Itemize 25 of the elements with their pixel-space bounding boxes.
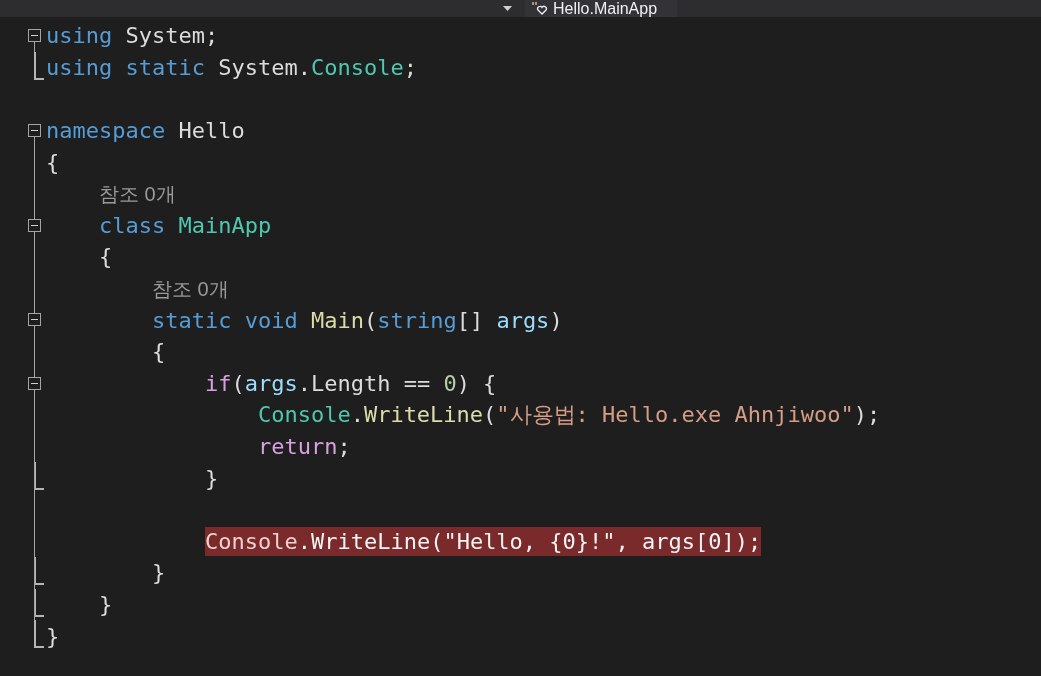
code-line: } (97, 591, 113, 619)
code-line: using System; (46, 22, 219, 51)
code-line: if(args.Length == 0) { (203, 369, 497, 398)
code-line: { (46, 148, 60, 177)
reference-count[interactable]: 참조 0개 (99, 178, 176, 209)
code-line: using static System.Console; (46, 53, 417, 82)
code-line: } (46, 622, 60, 651)
member-dropdown[interactable]: Hello.MainApp (525, 0, 678, 17)
caret-icon[interactable] (503, 6, 512, 11)
code-line: { (97, 243, 113, 272)
collapse-icon[interactable] (28, 376, 41, 390)
reference-count[interactable]: 참조 0개 (151, 273, 229, 304)
code-line: } (150, 559, 166, 588)
code-line: namespace Hello (46, 117, 245, 146)
code-line: return; (256, 433, 351, 461)
collapse-icon[interactable] (28, 218, 41, 232)
code-line: } (203, 464, 219, 493)
code-line: Console.WriteLine("사용법: Hello.exe Ahnjiwoo"); (256, 401, 881, 430)
collapse-icon[interactable] (28, 29, 41, 42)
collapse-icon[interactable] (28, 313, 41, 327)
collapse-icon[interactable] (28, 123, 41, 137)
code-line: { (150, 338, 166, 367)
code-line: class MainApp (97, 211, 272, 240)
code-line: static void Main(string[] args) (150, 306, 563, 335)
member-name: Hello.MainApp (553, 0, 658, 17)
